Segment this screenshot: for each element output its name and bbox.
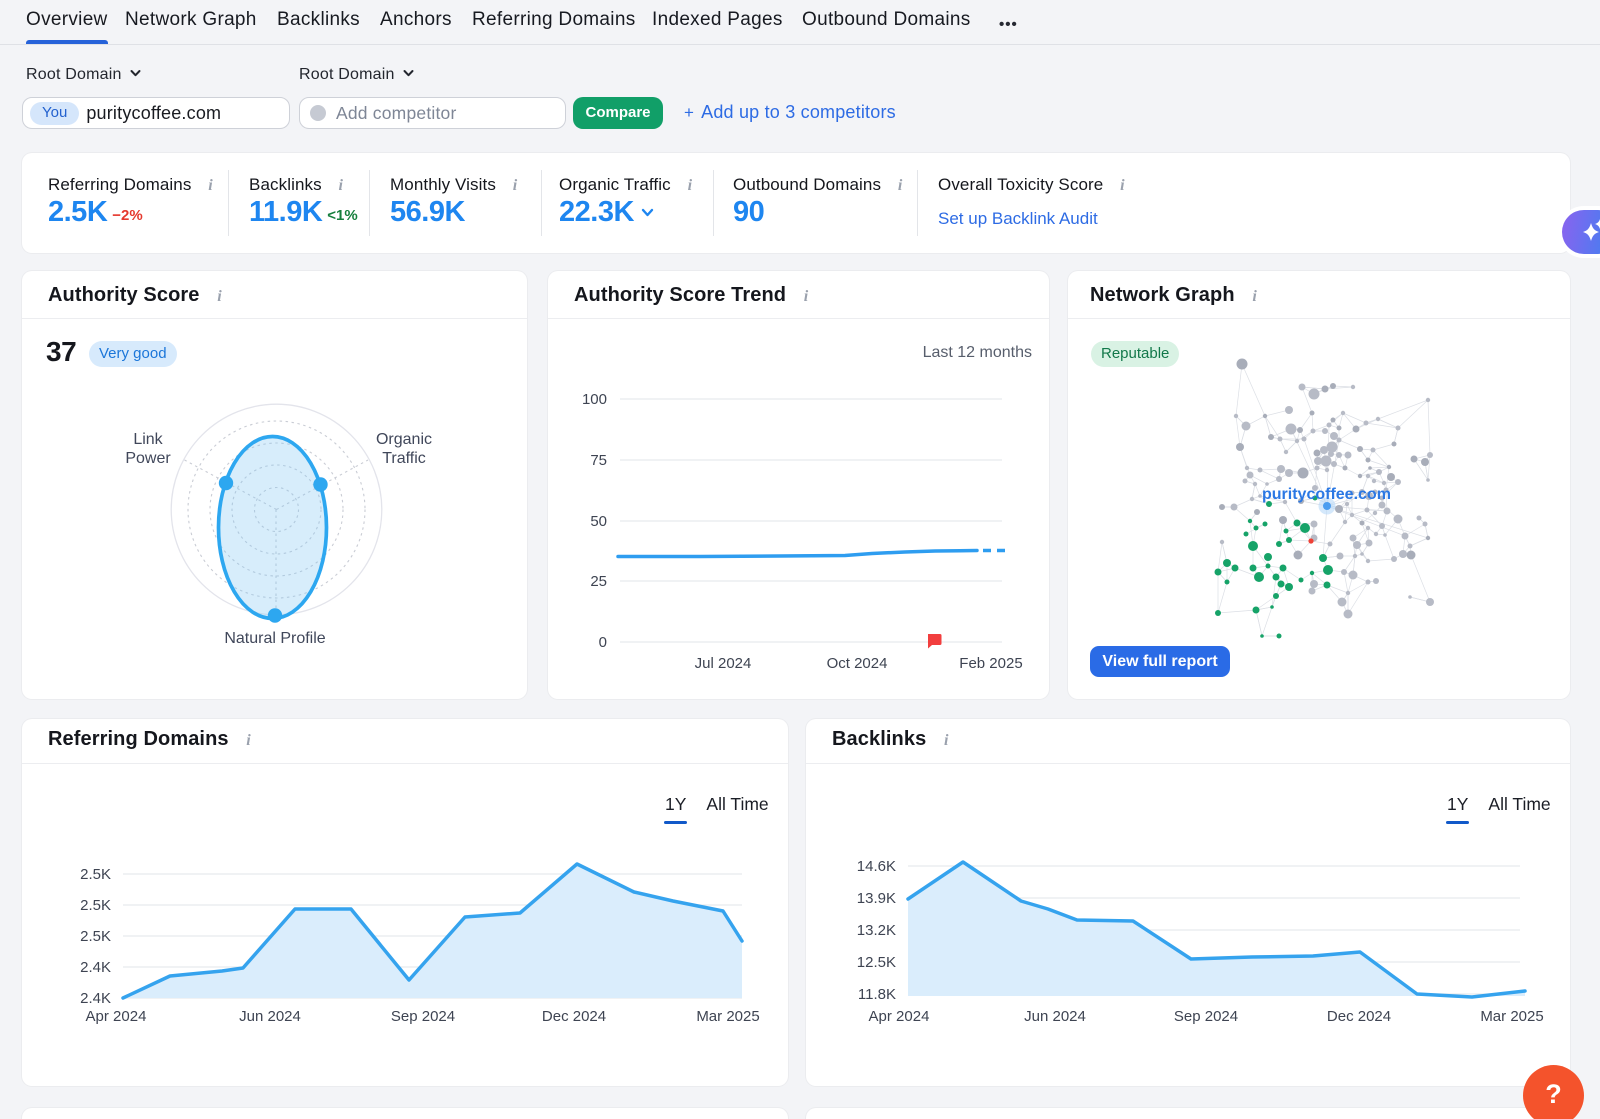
svg-text:12.5K: 12.5K [857, 954, 896, 971]
svg-text:2.4K: 2.4K [80, 990, 111, 1007]
svg-text:Feb 2025: Feb 2025 [959, 655, 1022, 672]
svg-text:Jun 2024: Jun 2024 [239, 1008, 301, 1025]
svg-text:Traffic: Traffic [382, 450, 426, 467]
svg-text:Mar 2025: Mar 2025 [1480, 1008, 1543, 1025]
svg-text:Mar 2025: Mar 2025 [696, 1008, 759, 1025]
svg-text:13.9K: 13.9K [857, 890, 896, 907]
svg-text:Power: Power [125, 450, 171, 467]
svg-text:Sep 2024: Sep 2024 [391, 1008, 455, 1025]
svg-text:75: 75 [590, 452, 607, 469]
svg-text:2.5K: 2.5K [80, 866, 111, 883]
svg-text:0: 0 [599, 634, 607, 651]
svg-text:2.5K: 2.5K [80, 928, 111, 945]
svg-text:13.2K: 13.2K [857, 922, 896, 939]
svg-text:Dec 2024: Dec 2024 [542, 1008, 606, 1025]
svg-text:Organic: Organic [376, 431, 432, 448]
svg-text:100: 100 [582, 391, 607, 408]
svg-text:50: 50 [590, 513, 607, 530]
svg-text:Apr 2024: Apr 2024 [869, 1008, 930, 1025]
svg-text:14.6K: 14.6K [857, 858, 896, 875]
svg-text:11.8K: 11.8K [858, 986, 896, 1003]
svg-text:2.4K: 2.4K [80, 959, 111, 976]
svg-text:25: 25 [590, 573, 607, 590]
svg-text:Jul 2024: Jul 2024 [695, 655, 752, 672]
svg-text:Link: Link [133, 431, 163, 448]
svg-text:Natural Profile: Natural Profile [224, 630, 325, 647]
svg-text:Apr 2024: Apr 2024 [86, 1008, 147, 1025]
svg-text:Jun 2024: Jun 2024 [1024, 1008, 1086, 1025]
svg-text:Sep 2024: Sep 2024 [1174, 1008, 1238, 1025]
svg-text:Dec 2024: Dec 2024 [1327, 1008, 1391, 1025]
svg-text:2.5K: 2.5K [80, 897, 111, 914]
svg-text:Oct 2024: Oct 2024 [827, 655, 888, 672]
